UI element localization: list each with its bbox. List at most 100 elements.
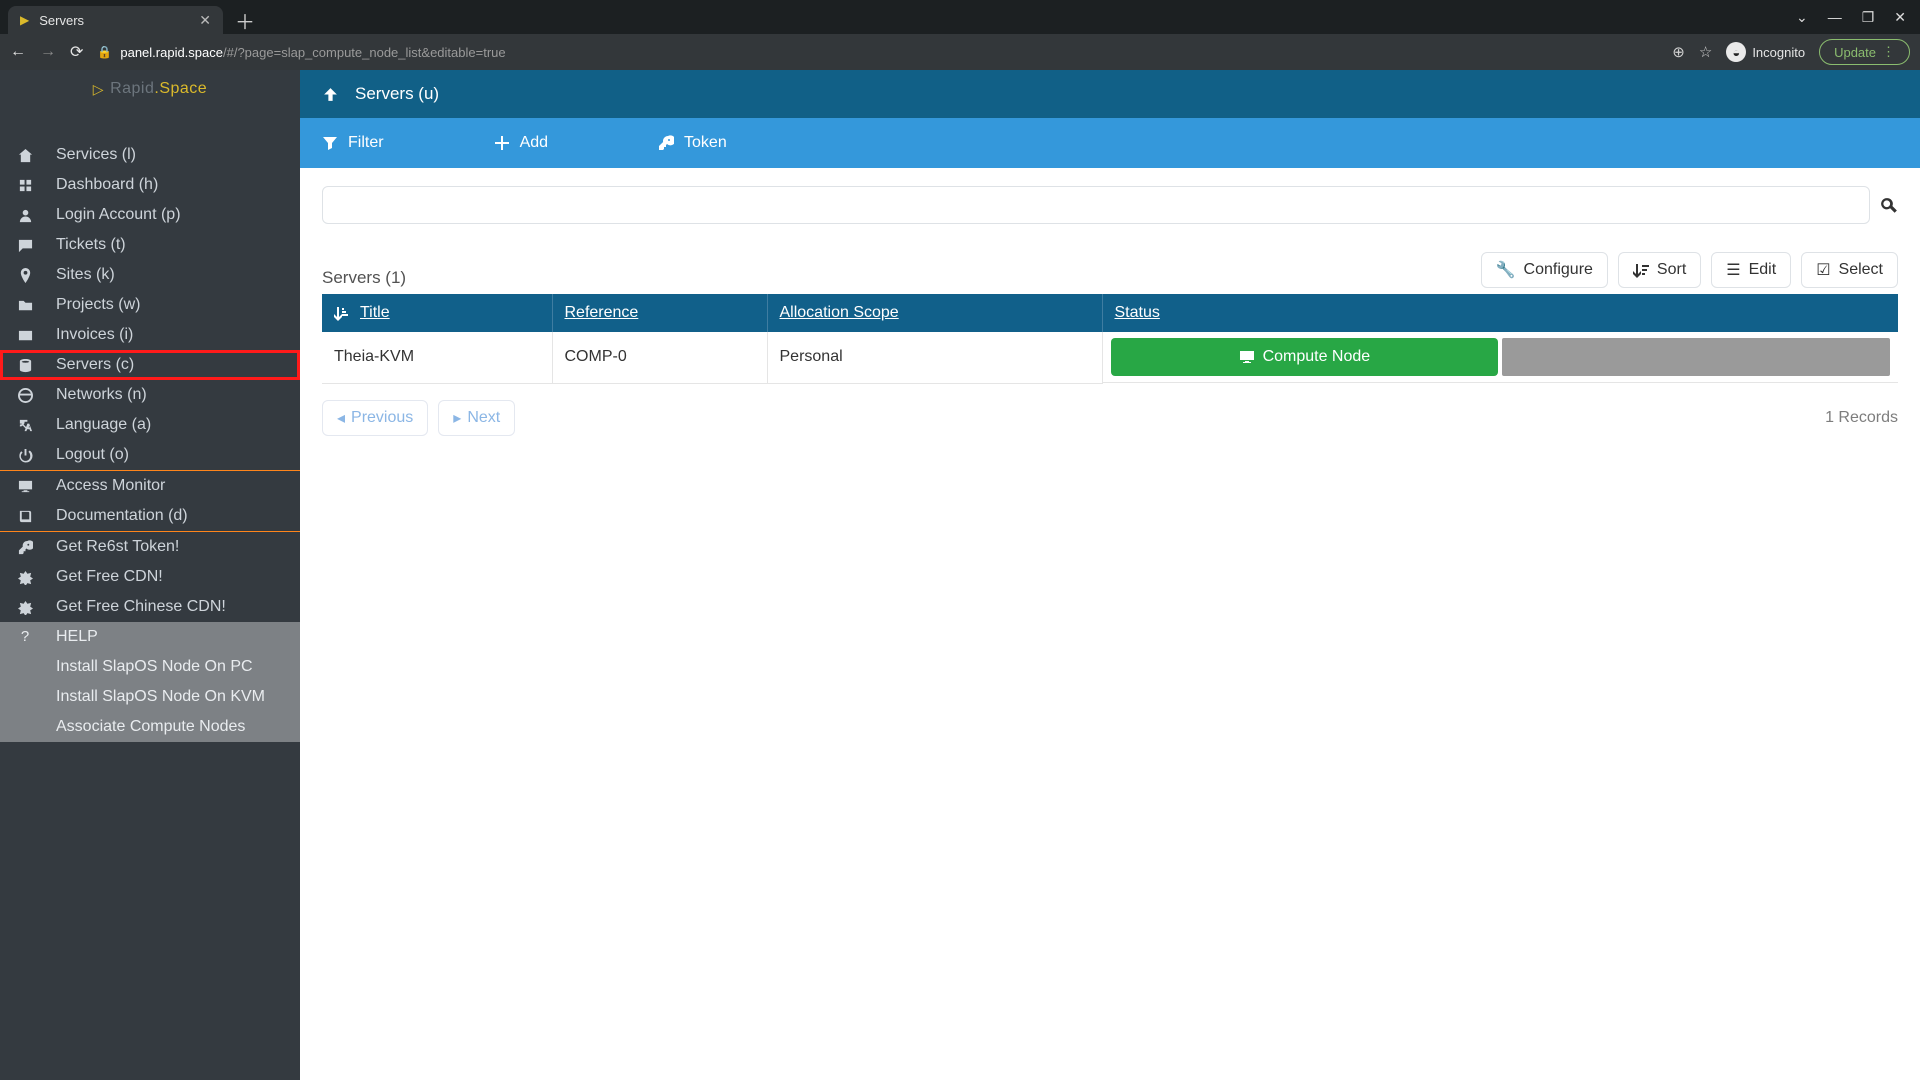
col-reference-header[interactable]: Reference xyxy=(552,294,767,332)
check-icon: ☑ xyxy=(1816,260,1830,280)
sidebar: ▷ Rapid.Space Services (l) Dashboard (h) L… xyxy=(0,70,300,1080)
up-icon[interactable] xyxy=(322,84,339,104)
lang-icon xyxy=(16,416,34,434)
list-caption: Servers (1) xyxy=(322,268,406,288)
table-row[interactable]: Theia-KVMCOMP-0PersonalCompute Node xyxy=(322,332,1898,383)
sidebar-item-get-free-chinese-cdn[interactable]: Get Free Chinese CDN! xyxy=(0,592,300,622)
sidebar-item-label: Logout (o) xyxy=(56,446,129,464)
key-icon xyxy=(16,538,34,556)
help-link-label: Install SlapOS Node On PC xyxy=(56,658,253,676)
sidebar-item-invoices-i[interactable]: Invoices (i) xyxy=(0,320,300,350)
incognito-label: Incognito xyxy=(1752,45,1805,60)
sidebar-item-tickets-t[interactable]: Tickets (t) xyxy=(0,230,300,260)
bookmark-icon[interactable]: ☆ xyxy=(1699,43,1712,61)
help-link-1[interactable]: Install SlapOS Node On KVM xyxy=(0,682,300,712)
logo-text-1: Rapid xyxy=(110,80,154,97)
key-icon xyxy=(658,134,674,152)
status-badge[interactable]: Compute Node xyxy=(1111,338,1499,376)
next-label: Next xyxy=(467,409,500,427)
sidebar-item-get-re6st-token[interactable]: Get Re6st Token! xyxy=(0,532,300,562)
brand-logo[interactable]: ▷ Rapid.Space xyxy=(0,70,300,108)
configure-button[interactable]: 🔧Configure xyxy=(1481,252,1608,288)
help-link-2[interactable]: Associate Compute Nodes xyxy=(0,712,300,742)
zoom-icon[interactable]: ⊕ xyxy=(1672,43,1685,61)
nav-reload-icon[interactable]: ⟳ xyxy=(70,42,83,62)
sidebar-item-servers-c[interactable]: Servers (c) xyxy=(0,350,300,380)
col-status-label: Status xyxy=(1115,304,1160,321)
sidebar-item-label: Login Account (p) xyxy=(56,206,181,224)
sidebar-item-sites-k[interactable]: Sites (k) xyxy=(0,260,300,290)
sidebar-item-get-free-cdn[interactable]: Get Free CDN! xyxy=(0,562,300,592)
col-title-label: Title xyxy=(360,304,390,321)
nav-forward-icon: → xyxy=(40,43,56,61)
sidebar-item-label: Sites (k) xyxy=(56,266,115,284)
window-minimize-icon[interactable]: — xyxy=(1828,9,1842,26)
plus-icon xyxy=(494,134,510,152)
update-button[interactable]: Update ⋮ xyxy=(1819,39,1910,65)
sidebar-item-login-account-p[interactable]: Login Account (p) xyxy=(0,200,300,230)
search-input[interactable] xyxy=(322,186,1870,224)
chat-icon xyxy=(16,236,34,254)
page-header: Servers (u) xyxy=(300,70,1920,118)
dash-icon xyxy=(16,176,34,194)
help-icon: ? xyxy=(16,628,34,646)
prev-button[interactable]: ◂Previous xyxy=(322,400,428,436)
add-button[interactable]: Add xyxy=(494,134,548,152)
sidebar-item-label: Networks (n) xyxy=(56,386,147,404)
sort-button[interactable]: Sort xyxy=(1618,252,1701,288)
grid-tools: 🔧Configure Sort ☰Edit ☑ Select xyxy=(1481,252,1898,288)
sidebar-item-language-a[interactable]: Language (a) xyxy=(0,410,300,440)
sidebar-item-dashboard-h[interactable]: Dashboard (h) xyxy=(0,170,300,200)
tab-close-icon[interactable]: ✕ xyxy=(199,12,211,29)
col-title-header[interactable]: Title xyxy=(322,294,552,332)
window-close-icon[interactable]: ✕ xyxy=(1894,9,1906,26)
prev-label: Previous xyxy=(351,409,413,427)
col-allocation-header[interactable]: Allocation Scope xyxy=(767,294,1102,332)
next-button[interactable]: ▸Next xyxy=(438,400,515,436)
select-button[interactable]: ☑ Select xyxy=(1801,252,1898,288)
pin-icon xyxy=(16,266,34,284)
address-bar[interactable]: 🔒 panel.rapid.space/#/?page=slap_compute… xyxy=(97,45,1658,60)
select-label: Select xyxy=(1839,261,1883,279)
col-status-header[interactable]: Status xyxy=(1102,294,1898,332)
update-label: Update xyxy=(1834,45,1876,60)
sidebar-item-projects-w[interactable]: Projects (w) xyxy=(0,290,300,320)
sidebar-item-label: Get Free Chinese CDN! xyxy=(56,598,226,616)
list-icon: ☰ xyxy=(1726,260,1740,280)
sidebar-item-label: Services (l) xyxy=(56,146,136,164)
monitor-icon xyxy=(1239,348,1255,366)
chrome-menu-chevron-icon[interactable]: ⌄ xyxy=(1796,9,1808,26)
more-icon: ⋮ xyxy=(1882,44,1895,60)
filter-button[interactable]: Filter xyxy=(322,134,384,152)
sidebar-item-logout-o[interactable]: Logout (o) xyxy=(0,440,300,470)
book-icon xyxy=(16,507,34,525)
cell-allocation: Personal xyxy=(767,332,1102,383)
card-icon xyxy=(16,326,34,344)
globe-icon xyxy=(16,386,34,404)
browser-tab[interactable]: ▶ Servers ✕ xyxy=(8,6,223,34)
search-icon[interactable] xyxy=(1880,195,1898,216)
power-icon xyxy=(16,446,34,464)
tab-favicon: ▶ xyxy=(20,13,29,27)
nav-back-icon[interactable]: ← xyxy=(10,43,26,61)
main-area: Servers (u) Filter Add Token xyxy=(300,70,1920,1080)
sidebar-item-access-monitor[interactable]: Access Monitor xyxy=(0,471,300,501)
help-link-0[interactable]: Install SlapOS Node On PC xyxy=(0,652,300,682)
sort-asc-icon xyxy=(334,304,350,321)
sidebar-item-networks-n[interactable]: Networks (n) xyxy=(0,380,300,410)
cell-title: Theia-KVM xyxy=(322,332,552,383)
help-link-label: Associate Compute Nodes xyxy=(56,718,245,736)
edit-button[interactable]: ☰Edit xyxy=(1711,252,1791,288)
token-label: Token xyxy=(684,134,727,152)
token-button[interactable]: Token xyxy=(658,134,727,152)
record-count: 1 Records xyxy=(1825,409,1898,427)
new-tab-button[interactable]: ＋ xyxy=(235,6,255,35)
cell-status: Compute Node xyxy=(1103,332,1899,383)
sidebar-item-services-l[interactable]: Services (l) xyxy=(0,140,300,170)
incognito-icon: ◒ xyxy=(1726,42,1746,62)
window-restore-icon[interactable]: ❐ xyxy=(1862,9,1875,26)
home-icon xyxy=(16,146,34,164)
incognito-indicator[interactable]: ◒ Incognito xyxy=(1726,42,1805,62)
add-label: Add xyxy=(520,134,548,152)
sidebar-item-documentation-d[interactable]: Documentation (d) xyxy=(0,501,300,531)
